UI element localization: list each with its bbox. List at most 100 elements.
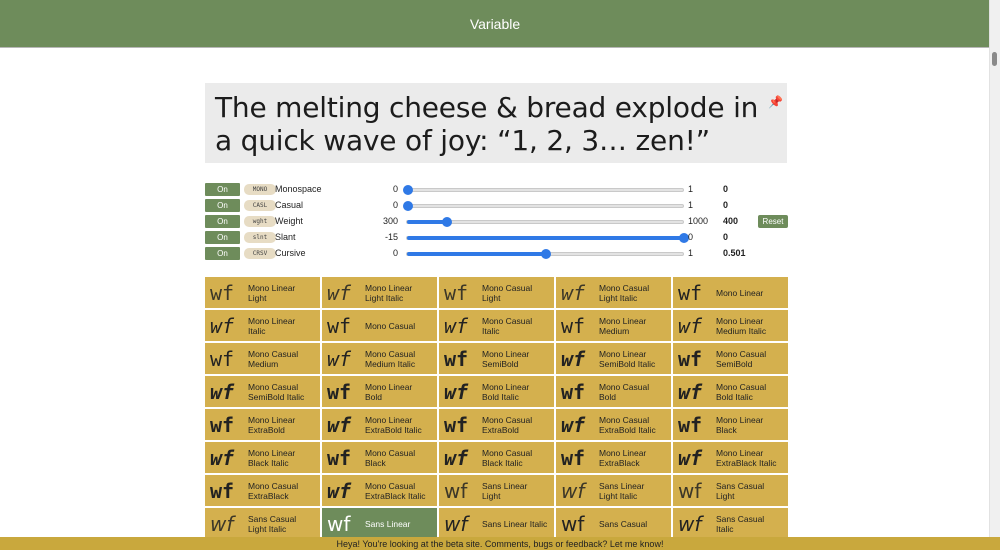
style-name-line2: Light Italic xyxy=(599,490,638,501)
style-tile[interactable]: wf Mono Casual Bold xyxy=(556,376,671,407)
style-tile[interactable]: wf Mono Linear Bold Italic xyxy=(439,376,554,407)
glyph-sample: wf xyxy=(444,478,468,503)
style-tile[interactable]: wf Mono Casual Light xyxy=(439,277,554,308)
axis-toggle-button[interactable]: On xyxy=(205,199,240,212)
style-name-line1: Mono Casual xyxy=(248,348,299,359)
axis-toggle-button[interactable]: On xyxy=(205,215,240,228)
axis-slider[interactable] xyxy=(403,201,684,211)
style-tile[interactable]: wf Mono Linear SemiBold xyxy=(439,343,554,374)
axis-slider[interactable] xyxy=(406,217,684,227)
style-tile[interactable]: wf Mono Casual ExtraBlack Italic xyxy=(322,475,437,506)
style-label: Mono Casual ExtraBlack Italic xyxy=(365,481,425,501)
glyph-sample: wf xyxy=(444,445,469,470)
style-name-line2: ExtraBlack xyxy=(248,490,289,501)
style-tile[interactable]: wf Mono Linear Black Italic xyxy=(205,442,320,473)
style-tile[interactable]: wf Sans Linear Light Italic xyxy=(556,475,671,506)
style-tile[interactable]: wf Mono Casual ExtraBold xyxy=(439,409,554,440)
style-tile[interactable]: wf Mono Linear ExtraBold Italic xyxy=(322,409,437,440)
style-tile[interactable]: wf Mono Linear ExtraBlack xyxy=(556,442,671,473)
scrollbar-thumb[interactable] xyxy=(992,52,997,66)
axis-slider[interactable] xyxy=(406,249,684,259)
style-label: Sans Casual Light xyxy=(716,481,764,501)
style-name-line2: ExtraBlack Italic xyxy=(716,457,777,468)
style-name-line1: Mono Linear xyxy=(365,414,413,425)
axis-name: Slant xyxy=(275,232,296,242)
style-name-line1: Mono Linear xyxy=(716,447,764,458)
pin-icon[interactable]: 📌 xyxy=(768,86,783,119)
axis-toggle-button[interactable]: On xyxy=(205,247,240,260)
style-name-line2: Bold xyxy=(599,391,617,402)
style-tile[interactable]: wf Mono Linear Light Italic xyxy=(322,277,437,308)
style-label: Mono Linear SemiBold Italic xyxy=(599,349,655,369)
style-tile[interactable]: wf Mono Casual Light Italic xyxy=(556,277,671,308)
style-tile[interactable]: wf Mono Casual Medium xyxy=(205,343,320,374)
style-name-line2: ExtraBlack Italic xyxy=(365,490,426,501)
style-name-line2: SemiBold xyxy=(482,358,519,369)
style-tile[interactable]: wf Sans Casual Light xyxy=(673,475,788,506)
style-tile[interactable]: wf Mono Linear Italic xyxy=(205,310,320,341)
style-tile[interactable]: wf Mono Casual xyxy=(322,310,437,341)
axis-toggle-button[interactable]: On xyxy=(205,183,240,196)
type-preview[interactable]: The melting cheese & bread explode in a … xyxy=(205,83,787,163)
slider-handle[interactable] xyxy=(442,217,452,227)
style-tile[interactable]: wf Mono Casual SemiBold Italic xyxy=(205,376,320,407)
style-name-line2: Bold xyxy=(365,391,383,402)
style-tile[interactable]: wf Mono Casual SemiBold xyxy=(673,343,788,374)
style-name-line2: Black Italic xyxy=(248,457,289,468)
style-tile[interactable]: wf Mono Casual Black xyxy=(322,442,437,473)
style-tile[interactable]: wf Mono Linear Black xyxy=(673,409,788,440)
axis-slider[interactable] xyxy=(406,233,689,243)
style-label: Sans Linear Italic xyxy=(482,519,547,529)
style-tile[interactable]: wf Sans Linear Italic xyxy=(439,508,554,539)
style-tile[interactable]: wf Mono Casual Black Italic xyxy=(439,442,554,473)
style-tile[interactable]: wf Mono Casual Italic xyxy=(439,310,554,341)
glyph-sample: wf xyxy=(678,478,702,503)
style-name-line2: Bold Italic xyxy=(716,391,753,402)
slider-handle[interactable] xyxy=(541,249,551,259)
style-tile[interactable]: wf Mono Linear Bold xyxy=(322,376,437,407)
style-tile[interactable]: wf Mono Linear ExtraBold xyxy=(205,409,320,440)
style-tile[interactable]: wf Mono Casual Bold Italic xyxy=(673,376,788,407)
vertical-scrollbar[interactable] xyxy=(989,0,1000,550)
style-tile[interactable]: wf Mono Casual Medium Italic xyxy=(322,343,437,374)
style-tile[interactable]: wf Sans Linear Light xyxy=(439,475,554,506)
style-name-line1: Mono Casual xyxy=(716,348,767,359)
style-name-line1: Mono Linear xyxy=(248,315,296,326)
reset-button[interactable]: Reset xyxy=(758,215,788,228)
style-tile[interactable]: wf Mono Casual ExtraBold Italic xyxy=(556,409,671,440)
style-tile[interactable]: wf Mono Linear ExtraBlack Italic xyxy=(673,442,788,473)
style-label: Mono Casual ExtraBold Italic xyxy=(599,415,656,435)
style-tile[interactable]: wf Sans Linear xyxy=(322,508,437,539)
style-label: Sans Linear Light xyxy=(482,481,527,501)
axis-tag: CRSV xyxy=(244,248,276,259)
style-name-line2: Light Italic xyxy=(365,292,404,303)
slider-handle[interactable] xyxy=(403,201,413,211)
style-tile[interactable]: wf Mono Linear Medium Italic xyxy=(673,310,788,341)
axis-slider[interactable] xyxy=(403,185,684,195)
slider-fill xyxy=(407,220,446,224)
style-tile[interactable]: wf Mono Linear Medium xyxy=(556,310,671,341)
style-label: Sans Casual Italic xyxy=(716,514,764,534)
style-name-line2: ExtraBlack xyxy=(599,457,640,468)
style-label: Mono Casual Black Italic xyxy=(482,448,532,468)
slider-handle[interactable] xyxy=(403,185,413,195)
style-tile[interactable]: wf Mono Linear SemiBold Italic xyxy=(556,343,671,374)
style-tile[interactable]: wf Sans Casual Light Italic xyxy=(205,508,320,539)
style-label: Mono Linear ExtraBold Italic xyxy=(365,415,422,435)
style-name-line2: Black Italic xyxy=(482,457,523,468)
style-tile[interactable]: wf Sans Casual Italic xyxy=(673,508,788,539)
style-name-line2: Italic xyxy=(716,523,734,534)
axis-toggle-button[interactable]: On xyxy=(205,231,240,244)
glyph-sample: wf xyxy=(444,412,469,437)
style-tile[interactable]: wf Mono Casual ExtraBlack xyxy=(205,475,320,506)
style-tile[interactable]: wf Mono Linear xyxy=(673,277,788,308)
preview-text[interactable]: The melting cheese & bread explode in a … xyxy=(215,91,758,157)
style-label: Mono Linear Light Italic xyxy=(365,283,412,303)
glyph-sample: wf xyxy=(678,511,702,536)
style-label: Mono Casual Black xyxy=(365,448,415,468)
style-name-line2: Light xyxy=(482,490,501,501)
style-tile[interactable]: wf Sans Casual xyxy=(556,508,671,539)
axis-row-wght: On wght Weight 300 1000 400 Reset xyxy=(205,215,788,229)
glyph-sample: wf xyxy=(678,280,703,305)
style-tile[interactable]: wf Mono Linear Light xyxy=(205,277,320,308)
